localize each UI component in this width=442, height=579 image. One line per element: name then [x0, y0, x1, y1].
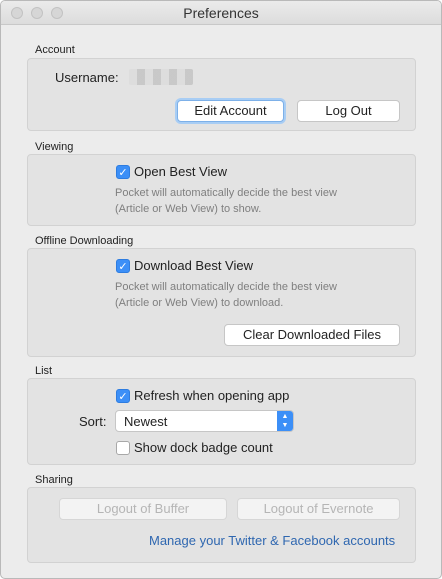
refresh-on-open-label: Refresh when opening app — [134, 388, 290, 403]
sharing-section-label: Sharing — [35, 474, 73, 486]
window-title: Preferences — [183, 5, 259, 21]
offline-hint-line1: Pocket will automatically decide the bes… — [115, 281, 337, 293]
open-best-view-label: Open Best View — [134, 164, 227, 179]
dock-badge-checkbox[interactable] — [116, 441, 130, 455]
viewing-hint-line1: Pocket will automatically decide the bes… — [115, 187, 337, 199]
clear-downloaded-files-button[interactable]: Clear Downloaded Files — [224, 324, 400, 346]
title-bar: Preferences — [1, 1, 441, 25]
sort-label: Sort: — [79, 414, 107, 429]
logout-evernote-button[interactable]: Logout of Evernote — [237, 498, 400, 520]
open-best-view-checkbox[interactable]: ✓ — [116, 165, 130, 179]
account-section-label: Account — [35, 44, 75, 56]
manage-social-accounts-link[interactable]: Manage your Twitter & Facebook accounts — [149, 533, 395, 548]
select-arrows-icon: ▲ ▼ — [277, 411, 293, 431]
offline-section-label: Offline Downloading — [35, 235, 134, 247]
viewing-section-label: Viewing — [35, 141, 74, 153]
username-label: Username: — [55, 70, 119, 85]
offline-hint-line2: (Article or Web View) to download. — [115, 297, 284, 309]
sort-select-value: Newest — [124, 414, 168, 429]
download-best-view-checkbox[interactable]: ✓ — [116, 259, 130, 273]
viewing-hint-line2: (Article or Web View) to show. — [115, 203, 262, 215]
edit-account-button[interactable]: Edit Account — [177, 100, 284, 122]
list-section-label: List — [35, 365, 53, 377]
refresh-on-open-checkbox[interactable]: ✓ — [116, 389, 130, 403]
dock-badge-label: Show dock badge count — [134, 440, 273, 455]
preferences-window: Preferences Account Username: Edit Accou… — [0, 0, 442, 579]
log-out-button[interactable]: Log Out — [297, 100, 400, 122]
download-best-view-label: Download Best View — [134, 258, 253, 273]
username-value-redacted — [129, 69, 193, 85]
sort-select[interactable]: Newest ▲ ▼ — [115, 410, 294, 432]
logout-buffer-button[interactable]: Logout of Buffer — [59, 498, 227, 520]
